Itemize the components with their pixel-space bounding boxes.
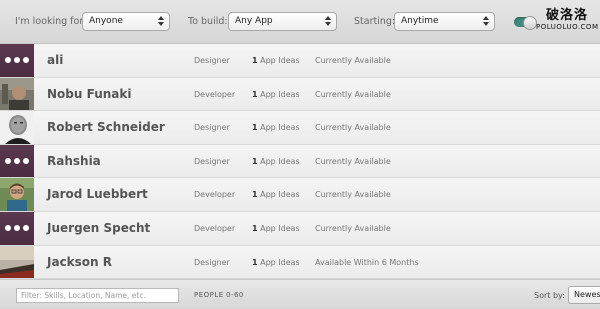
person-role: Designer [194, 56, 230, 65]
looking-for-label: I'm looking for: [15, 16, 87, 27]
app-ideas-count: 1 App Ideas [252, 223, 300, 233]
app-ideas-count: 1 App Ideas [252, 89, 300, 99]
people-list: ali Designer 1 App Ideas Currently Avail… [0, 44, 600, 280]
person-name[interactable]: Jackson R [47, 255, 112, 269]
availability: Currently Available [315, 56, 391, 65]
list-item[interactable]: Rahshia Designer 1 App Ideas Currently A… [0, 144, 600, 179]
select-arrows-icon [158, 15, 164, 27]
availability: Available Within 6 Months [315, 257, 419, 267]
starting-label: Starting: [354, 16, 396, 27]
availability: Currently Available [315, 223, 391, 233]
person-name[interactable]: Nobu Funaki [47, 87, 131, 101]
avatar [0, 245, 34, 279]
availability: Currently Available [315, 123, 391, 133]
sort-select[interactable]: Newest [568, 286, 600, 304]
availability: Currently Available [315, 89, 391, 99]
person-role: Designer [194, 257, 230, 267]
avatar [0, 178, 34, 211]
watermark-url: POLUOLUO.COM [536, 23, 599, 31]
app-ideas-count: 1 App Ideas [252, 190, 300, 200]
list-item[interactable]: ali Designer 1 App Ideas Currently Avail… [0, 44, 600, 78]
filter-input[interactable] [16, 288, 179, 303]
person-name[interactable]: Robert Schneider [47, 120, 165, 134]
looking-for-value: Anyone [89, 16, 123, 26]
availability: Currently Available [315, 156, 391, 166]
starting-select[interactable]: Anytime [394, 12, 495, 31]
view-toggle[interactable] [514, 16, 537, 30]
avatar [0, 111, 34, 144]
app-ideas-count: 1 App Ideas [252, 56, 300, 65]
sort-label: Sort by: [534, 291, 565, 300]
person-name[interactable]: Rahshia [47, 154, 101, 168]
app-ideas-count: 1 App Ideas [252, 123, 300, 133]
sort-value: Newest [574, 290, 600, 299]
list-item[interactable]: Jackson R Designer 1 App Ideas Available… [0, 245, 600, 280]
avatar-placeholder-icon [0, 44, 34, 77]
to-build-label: To build: [188, 16, 228, 27]
watermark-chinese: 破洛洛 [545, 8, 588, 23]
avatar-placeholder-icon [0, 211, 34, 245]
list-item[interactable]: Robert Schneider Designer 1 App Ideas Cu… [0, 111, 600, 145]
app-ideas-count: 1 App Ideas [252, 156, 300, 166]
looking-for-select[interactable]: Anyone [82, 12, 170, 31]
list-item[interactable]: Nobu Funaki Developer 1 App Ideas Curren… [0, 77, 600, 112]
select-arrows-icon [325, 15, 331, 27]
person-role: Developer [194, 190, 236, 200]
availability: Currently Available [315, 190, 391, 200]
starting-value: Anytime [401, 16, 439, 26]
footer-bar: PEOPLE 0-60 Sort by: Newest [0, 279, 600, 309]
to-build-select[interactable]: Any App [228, 12, 337, 31]
person-name[interactable]: ali [47, 53, 63, 67]
list-item[interactable]: Juergen Specht Developer 1 App Ideas Cur… [0, 211, 600, 246]
person-role: Developer [194, 223, 236, 233]
people-range: 0-60 [226, 291, 244, 299]
person-role: Designer [194, 156, 230, 166]
person-name[interactable]: Juergen Specht [47, 221, 150, 235]
to-build-value: Any App [235, 16, 273, 26]
avatar-placeholder-icon [0, 144, 34, 178]
avatar [0, 77, 34, 111]
watermark: 破洛洛 POLUOLUO.COM [536, 9, 598, 31]
person-role: Developer [194, 89, 236, 99]
app-ideas-count: 1 App Ideas [252, 257, 300, 267]
person-role: Designer [194, 123, 230, 133]
filter-bar: I'm looking for: Anyone To build: Any Ap… [0, 0, 600, 44]
select-arrows-icon [483, 15, 489, 27]
people-label: PEOPLE [194, 291, 224, 299]
list-item[interactable]: Jarod Luebbert Developer 1 App Ideas Cur… [0, 178, 600, 212]
person-name[interactable]: Jarod Luebbert [47, 187, 148, 201]
